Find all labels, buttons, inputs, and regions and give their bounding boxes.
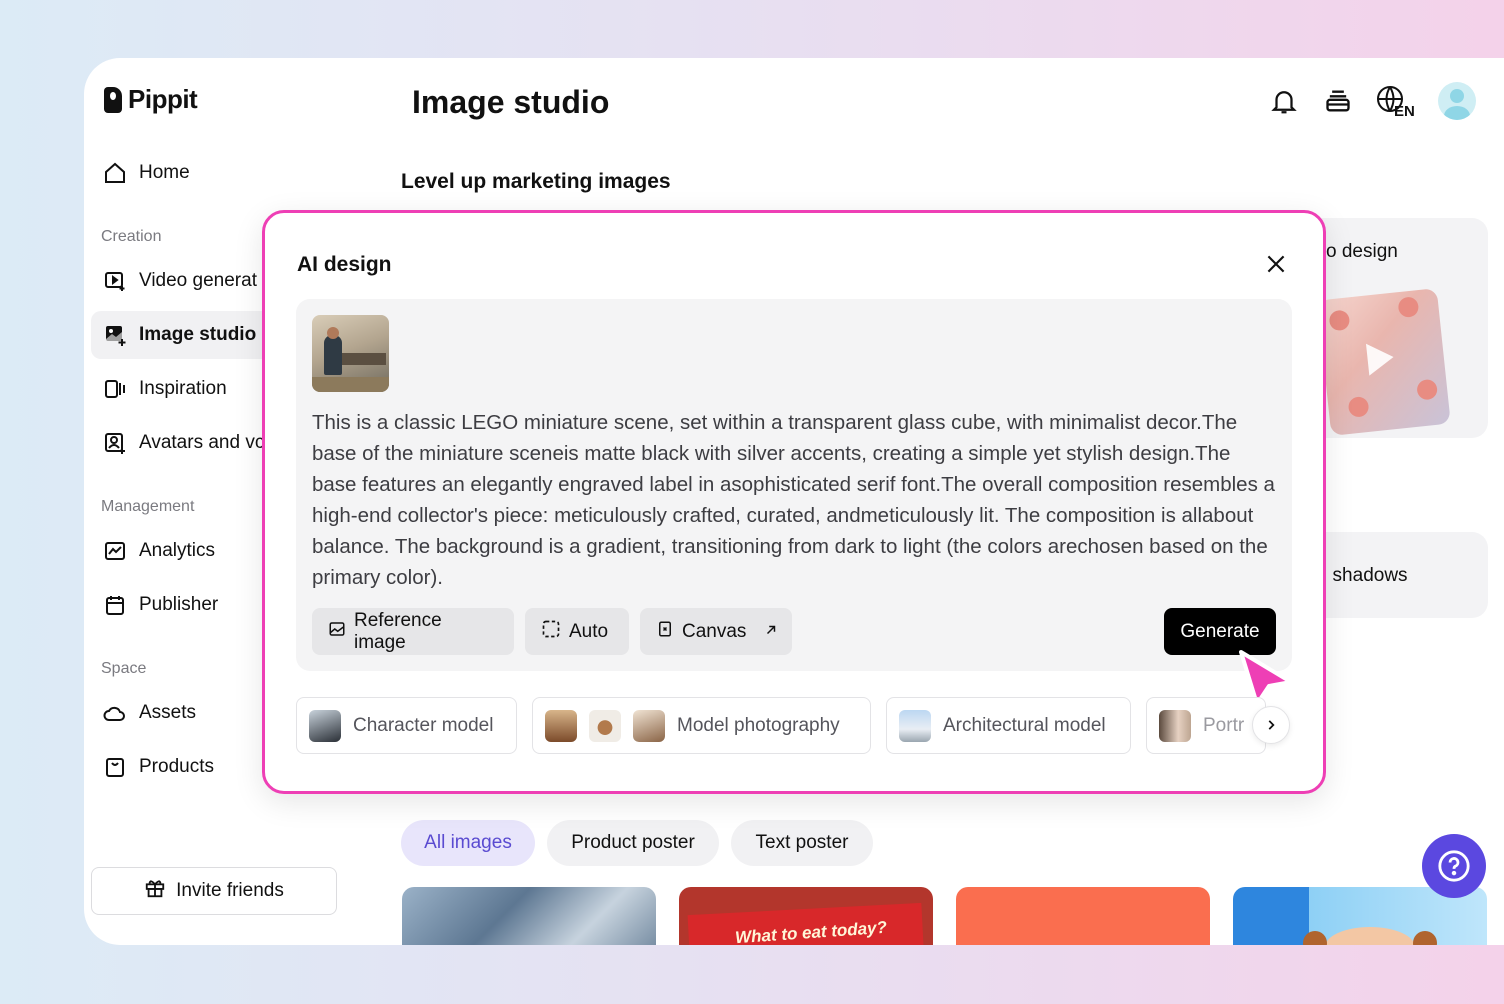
dashed-frame-icon [541,619,561,645]
feature-card-label: o design [1326,241,1398,262]
language-code: EN [1394,103,1415,118]
prompt-panel: This is a classic LEGO miniature scene, … [296,299,1292,671]
sidebar-item-label: Video generat [139,270,257,291]
sidebar-item-label: Publisher [139,594,219,615]
analytics-icon [103,539,127,563]
tab-all-images[interactable]: All images [401,820,535,866]
feature-card-thumbnail [1317,288,1451,436]
sidebar-item-label: Avatars and vc [139,432,265,453]
subscription-stack-icon[interactable] [1322,85,1354,117]
external-arrow-icon [764,621,778,643]
chip-model-photography[interactable]: Model photography [532,697,871,754]
reference-image-label: Reference image [354,609,442,653]
home-icon [103,161,127,185]
calendar-icon [103,593,127,617]
language-globe-icon[interactable]: EN [1376,85,1416,118]
reference-thumbnail[interactable] [312,315,389,392]
ai-design-dialog: AI design This is a classic LEGO miniatu… [262,210,1326,794]
help-question-icon [1438,850,1470,882]
auto-label: Auto [569,620,609,642]
chip-architectural-model[interactable]: Architectural model [886,697,1131,754]
gallery-image-orange[interactable] [956,887,1210,945]
chip-label: Model photography [677,714,840,736]
tab-text-poster[interactable]: Text poster [731,820,873,866]
invite-friends-label: Invite friends [176,880,284,901]
user-avatar[interactable] [1438,82,1476,120]
feature-card-label: I shadows [1322,565,1408,586]
header-actions: EN [1268,82,1476,120]
image-plus-icon [103,323,127,347]
sidebar-item-label: Assets [139,702,197,723]
canvas-label: Canvas [682,620,747,642]
invite-friends-button[interactable]: Invite friends [91,867,337,915]
sidebar-item-label: Home [139,162,190,183]
page-title: Image studio [412,84,610,120]
chip-thumbnail [589,709,621,742]
sidebar-item-label: Analytics [139,540,216,561]
dialog-title: AI design [297,253,392,276]
app-name: Pippit [128,84,198,114]
avatar-plus-icon [103,431,127,455]
chevron-right-icon[interactable] [1252,706,1290,744]
chip-label: Portr [1203,714,1245,736]
video-plus-icon [103,269,127,293]
chip-thumbnail [899,709,931,742]
sidebar-item-label: Inspiration [139,378,227,399]
canvas-icon [656,620,674,644]
sidebar-item-label: Products [139,756,214,777]
sidebar-item-home[interactable]: Home [91,149,351,197]
cloud-icon [103,701,127,725]
section-title: Level up marketing images [401,170,671,193]
chip-thumbnail [633,709,665,742]
image-icon [328,620,346,644]
tab-product-poster[interactable]: Product poster [547,820,719,866]
sidebar-item-label: Image studio [139,324,257,345]
chip-portrait[interactable]: Portr [1146,697,1266,754]
sidebar-section-space: Space [101,660,147,677]
chip-label: Architectural model [943,714,1106,736]
close-icon[interactable] [1263,251,1289,277]
gift-icon [144,877,166,905]
sidebar-section-management: Management [101,498,195,515]
help-button[interactable] [1422,834,1486,898]
gallery-image-ice[interactable] [402,887,656,945]
product-box-icon [103,755,127,779]
inspiration-icon [103,377,127,401]
bell-icon[interactable] [1268,85,1300,117]
auto-size-button[interactable]: Auto [525,608,629,655]
app-logo[interactable]: Pippit [104,84,198,115]
reference-image-button[interactable]: Reference image [312,608,514,655]
chip-label: Character model [353,714,494,736]
gallery-image-food-poster[interactable]: What to eat today? [679,887,933,945]
chip-thumbnail [309,709,341,742]
chip-thumbnail [1159,709,1191,742]
pippit-logo-icon [104,86,122,113]
canvas-button[interactable]: Canvas [640,608,792,655]
play-icon [1365,341,1396,376]
chip-character-model[interactable]: Character model [296,697,517,754]
prompt-input[interactable]: This is a classic LEGO miniature scene, … [312,407,1278,593]
sidebar-section-creation: Creation [101,228,162,245]
chip-thumbnail [545,709,577,742]
